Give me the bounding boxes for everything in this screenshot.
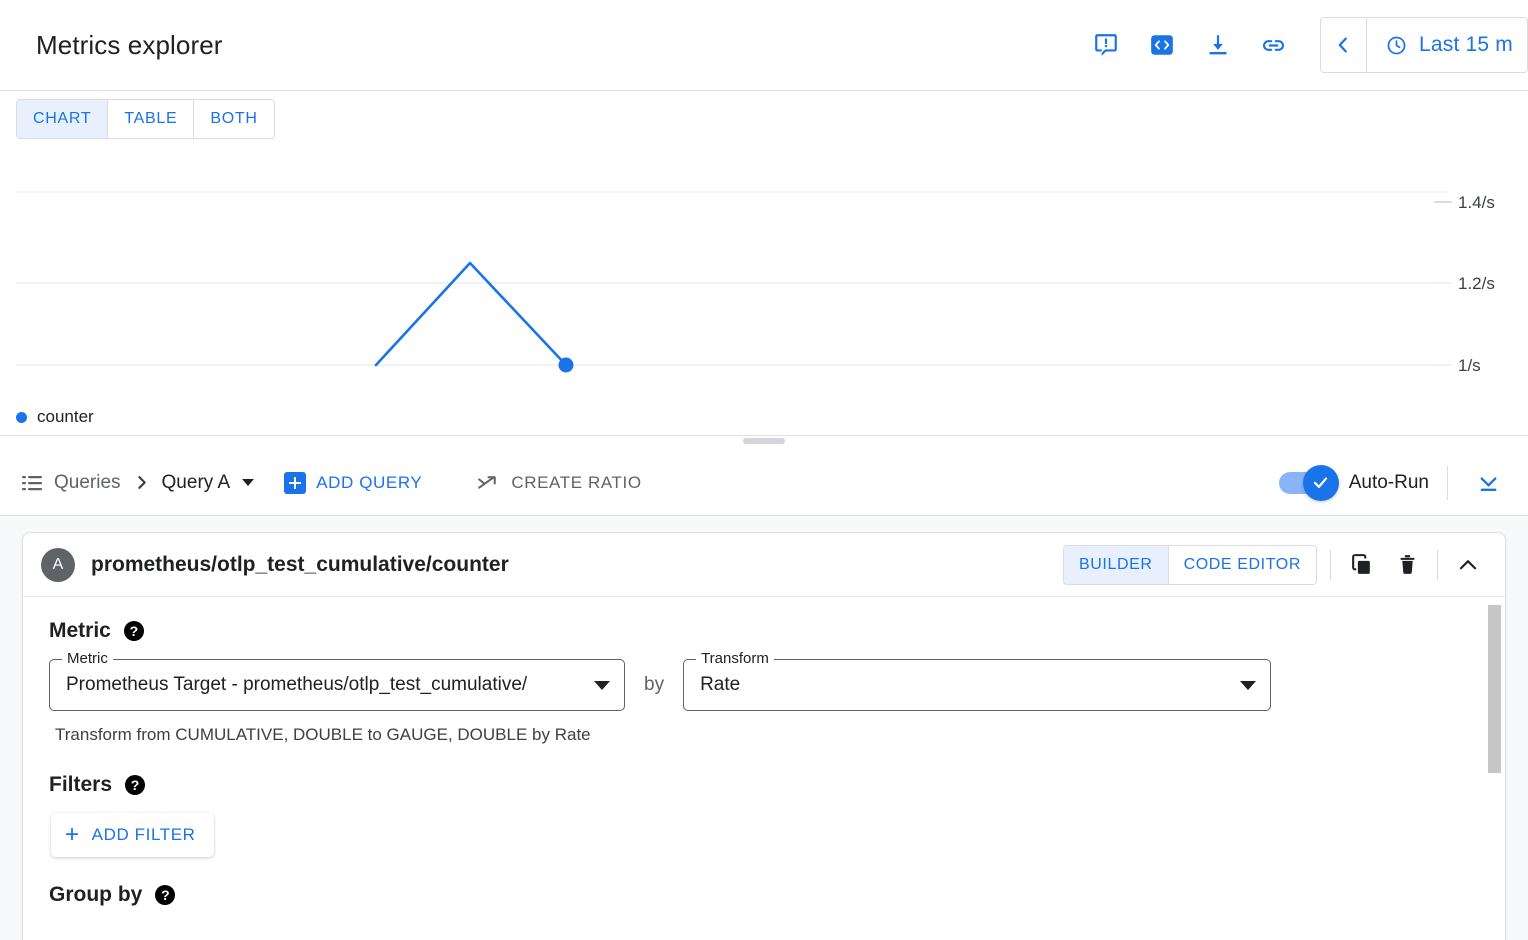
legend-label-counter[interactable]: counter	[37, 407, 94, 427]
help-icon-metric[interactable]: ?	[124, 621, 144, 641]
tab-both[interactable]: BOTH	[194, 100, 273, 138]
chevron-down-icon	[242, 479, 254, 486]
clock-icon	[1385, 34, 1408, 57]
auto-run-control: Auto-Run	[1279, 472, 1429, 494]
plus-square-icon	[284, 472, 306, 494]
link-icon[interactable]	[1246, 17, 1302, 73]
queries-toolbar: Queries Query A ADD QUERY CREATE RATIO	[0, 450, 1528, 516]
app-header: Metrics explorer	[0, 0, 1528, 91]
query-avatar: A	[41, 548, 75, 582]
queries-label: Queries	[54, 472, 121, 494]
help-icon-filters[interactable]: ?	[125, 775, 145, 795]
transform-select[interactable]: Transform Rate	[683, 659, 1271, 711]
copy-icon[interactable]	[1338, 542, 1384, 588]
download-icon[interactable]	[1190, 17, 1246, 73]
query-card-header: A prometheus/otlp_test_cumulative/counte…	[23, 533, 1505, 597]
create-ratio-button[interactable]: CREATE RATIO	[476, 470, 641, 495]
metric-select[interactable]: Metric Prometheus Target - prometheus/ot…	[49, 659, 625, 711]
by-label: by	[644, 674, 664, 696]
collapse-all-icon[interactable]	[1466, 461, 1510, 505]
metric-select-label: Metric	[62, 650, 113, 667]
tab-chart[interactable]: CHART	[17, 100, 108, 138]
metric-field-row: Metric Prometheus Target - prometheus/ot…	[49, 659, 1479, 711]
line-chart[interactable]: 1.4/s 1.2/s 1/s 0.8/s UTC-4 11:02 PM 11:…	[0, 91, 1528, 436]
metric-section-heading: Metric ?	[49, 619, 1479, 643]
auto-run-toggle-knob	[1303, 465, 1339, 501]
time-range-prev-button[interactable]	[1321, 18, 1367, 72]
create-ratio-label: CREATE RATIO	[511, 473, 641, 493]
check-icon	[1311, 473, 1330, 492]
toolbar-divider	[1447, 466, 1448, 500]
current-query-selector[interactable]: Query A	[162, 472, 255, 494]
transform-select-value: Rate	[700, 674, 1230, 696]
chevron-right-icon	[133, 474, 150, 491]
query-card-scroll-thumb[interactable]	[1488, 605, 1501, 773]
code-icon[interactable]	[1134, 17, 1190, 73]
time-range-selector[interactable]: Last 15 m	[1320, 17, 1528, 73]
transform-select-caret-icon	[1240, 681, 1256, 690]
metric-select-caret-icon	[594, 681, 610, 690]
query-header-divider-1	[1330, 550, 1331, 580]
auto-run-toggle[interactable]	[1279, 472, 1335, 494]
group-by-section-heading: Group by ?	[49, 883, 1479, 907]
list-icon	[20, 471, 44, 495]
panel-resizer-row	[0, 436, 1528, 450]
query-header-divider-2	[1437, 550, 1438, 580]
add-filter-button[interactable]: + ADD FILTER	[51, 813, 214, 857]
tab-builder[interactable]: BUILDER	[1064, 546, 1169, 584]
query-mode-tabs: BUILDER CODE EDITOR	[1063, 545, 1317, 585]
ratio-arrow-icon	[476, 470, 501, 495]
panel-drag-handle[interactable]	[743, 438, 785, 444]
header-actions: Last 15 m	[1078, 17, 1528, 73]
metric-select-value: Prometheus Target - prometheus/otlp_test…	[66, 674, 584, 696]
time-range-button[interactable]: Last 15 m	[1367, 18, 1527, 72]
add-filter-label: ADD FILTER	[92, 825, 196, 845]
metric-heading-label: Metric	[49, 619, 111, 643]
queries-breadcrumb-root[interactable]: Queries	[20, 471, 121, 495]
time-range-label: Last 15 m	[1419, 33, 1513, 57]
chart-legend: counter	[16, 407, 94, 427]
add-query-button[interactable]: ADD QUERY	[284, 472, 422, 494]
auto-run-label: Auto-Run	[1349, 472, 1429, 494]
plus-icon: +	[65, 823, 80, 847]
group-by-heading-label: Group by	[49, 883, 142, 907]
feedback-icon[interactable]	[1078, 17, 1134, 73]
transform-hint-text: Transform from CUMULATIVE, DOUBLE to GAU…	[55, 725, 1479, 745]
legend-color-dot	[16, 412, 27, 423]
transform-select-label: Transform	[696, 650, 774, 667]
chart-view-tabs: CHART TABLE BOTH	[16, 99, 275, 139]
chart-panel: CHART TABLE BOTH	[0, 91, 1528, 436]
add-query-label: ADD QUERY	[316, 473, 422, 493]
query-card-title: prometheus/otlp_test_cumulative/counter	[91, 553, 509, 577]
tab-table[interactable]: TABLE	[108, 100, 194, 138]
page-title: Metrics explorer	[36, 30, 223, 61]
filters-heading-label: Filters	[49, 773, 112, 797]
tab-code-editor[interactable]: CODE EDITOR	[1169, 546, 1316, 584]
query-card-area: A prometheus/otlp_test_cumulative/counte…	[0, 516, 1528, 940]
help-icon-group-by[interactable]: ?	[155, 885, 175, 905]
query-card-body: Metric ? Metric Prometheus Target - prom…	[23, 597, 1505, 940]
svg-text:1/s: 1/s	[1458, 356, 1481, 375]
filters-section-heading: Filters ?	[49, 773, 1479, 797]
svg-text:1.2/s: 1.2/s	[1458, 274, 1495, 293]
query-card-scrollbar[interactable]	[1488, 605, 1501, 940]
current-query-label: Query A	[162, 472, 231, 494]
svg-text:1.4/s: 1.4/s	[1458, 193, 1495, 212]
chevron-up-icon[interactable]	[1445, 542, 1491, 588]
query-card: A prometheus/otlp_test_cumulative/counte…	[22, 532, 1506, 940]
trash-icon[interactable]	[1384, 542, 1430, 588]
